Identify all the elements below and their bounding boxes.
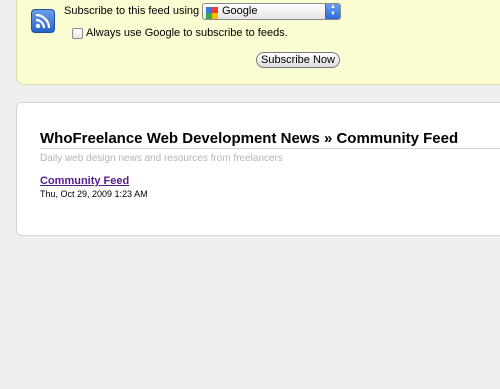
feed-reader-select[interactable]: Google ▲ ▼	[202, 3, 341, 20]
subscribe-label: Subscribe to this feed using	[64, 5, 200, 17]
feed-title: WhoFreelance Web Development News » Comm…	[40, 130, 459, 147]
feed-content-panel	[16, 102, 500, 236]
always-use-checkbox[interactable]	[72, 28, 83, 39]
title-divider	[40, 148, 500, 149]
feed-reader-select-value: Google	[222, 5, 258, 17]
entry-date: Thu, Oct 29, 2009 1:23 AM	[40, 189, 148, 199]
google-icon	[206, 6, 218, 19]
select-arrows-icon: ▲ ▼	[325, 4, 340, 19]
rss-feed-icon	[31, 9, 55, 33]
subscribe-now-button[interactable]: Subscribe Now	[256, 52, 340, 68]
feed-subtitle: Daily web design news and resources from…	[40, 153, 283, 164]
always-use-label: Always use Google to subscribe to feeds.	[86, 27, 288, 39]
entry-title-link[interactable]: Community Feed	[40, 175, 129, 187]
